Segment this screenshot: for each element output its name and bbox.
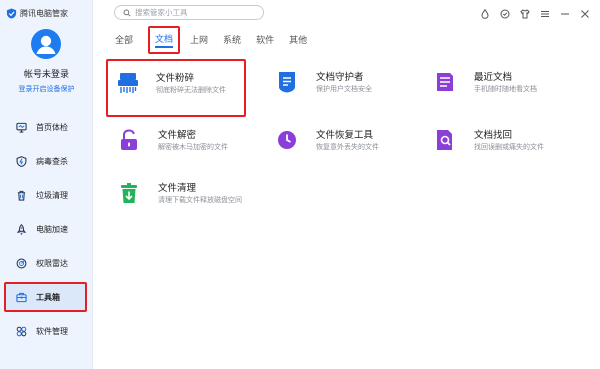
tab-label: 系统: [223, 35, 242, 46]
tab-internet[interactable]: 上网: [190, 30, 208, 48]
tool-description: 保护用户文档安全: [316, 85, 372, 93]
radar-icon: [16, 258, 27, 268]
document-search-icon: [437, 130, 452, 150]
tab-label: 上网: [190, 35, 209, 46]
tool-file-shredder[interactable]: 文件粉碎 彻底粉碎无法删除文件: [106, 59, 246, 117]
tab-system[interactable]: 系统: [223, 30, 241, 48]
tool-recent-documents[interactable]: 最近文档 手机随时随地看文档: [426, 65, 566, 109]
tool-name: 文档找回: [474, 130, 513, 141]
droplet-icon[interactable]: [480, 9, 490, 19]
tool-document-retrieval[interactable]: 文档找回 找回误删或痛失的文件: [426, 123, 566, 167]
monitor-icon: [16, 122, 27, 133]
tool-name: 文件清理: [158, 183, 197, 194]
file-recovery-icon: [278, 131, 296, 149]
sidebar-item-label: 垃圾清理: [36, 190, 68, 200]
search-input[interactable]: [135, 8, 255, 17]
badge-icon[interactable]: [500, 9, 510, 19]
tool-name: 文件恢复工具: [316, 130, 374, 141]
tab-label: 文档: [155, 32, 174, 48]
sidebar-item-pc-speedup[interactable]: 电脑加速: [4, 216, 87, 242]
tool-description: 彻底粉碎无法删除文件: [156, 86, 226, 94]
tab-other[interactable]: 其他: [289, 30, 307, 48]
document-guard-icon: [279, 72, 295, 93]
sidebar-item-label: 电脑加速: [36, 224, 68, 234]
tool-file-recovery[interactable]: 文件恢复工具 恢复意外丢失的文件: [268, 123, 408, 167]
tab-software[interactable]: 软件: [256, 30, 274, 48]
tool-name: 文件解密: [158, 130, 197, 141]
sidebar-item-label: 工具箱: [36, 292, 60, 302]
sidebar-item-software-manager[interactable]: 软件管理: [4, 318, 87, 344]
tool-description: 找回误删或痛失的文件: [474, 143, 544, 151]
skin-shirt-icon[interactable]: [520, 9, 530, 19]
avatar[interactable]: [31, 29, 61, 59]
unlock-icon: [121, 129, 137, 150]
sidebar-item-label: 首页体检: [36, 122, 68, 132]
tool-file-decrypt[interactable]: 文件解密 解密被木马加密的文件: [110, 123, 250, 167]
tab-label: 其他: [289, 35, 308, 46]
sidebar-item-label: 软件管理: [36, 326, 68, 336]
apps-icon: [16, 326, 27, 336]
tool-name: 文件粉碎: [156, 73, 195, 84]
rocket-icon: [16, 223, 27, 235]
tool-document-guardian[interactable]: 文档守护者 保护用户文档安全: [268, 65, 408, 109]
app-logo: 腾讯电脑管家: [6, 8, 68, 19]
shield-icon: [16, 155, 27, 167]
login-link[interactable]: 登录开启设备保护: [0, 84, 93, 94]
user-icon: [36, 35, 56, 54]
toolbox-icon: [16, 292, 27, 302]
tab-all[interactable]: 全部: [115, 30, 133, 48]
tool-search-box[interactable]: [114, 5, 264, 20]
tab-label: 软件: [256, 35, 275, 46]
sidebar-item-junk-cleanup[interactable]: 垃圾清理: [4, 182, 87, 208]
app-title: 腾讯电脑管家: [20, 9, 68, 18]
category-tabs: 全部 文档 上网 系统 软件 其他: [115, 26, 322, 54]
sidebar-item-label: 权限雷达: [36, 258, 68, 268]
tool-description: 恢复意外丢失的文件: [316, 143, 379, 151]
tab-documents[interactable]: 文档: [148, 26, 181, 54]
sidebar-item-label: 病毒查杀: [36, 156, 68, 166]
tool-description: 清理下载文件释放磁盘空间: [158, 196, 242, 204]
file-clean-icon: [121, 183, 137, 203]
tool-description: 解密被木马加密的文件: [158, 143, 228, 151]
menu-icon[interactable]: [540, 9, 550, 19]
sidebar-item-toolbox[interactable]: 工具箱: [4, 282, 87, 312]
sidebar-item-home-checkup[interactable]: 首页体检: [4, 114, 87, 140]
tool-description: 手机随时随地看文档: [474, 85, 537, 93]
sidebar-item-virus-scan[interactable]: 病毒查杀: [4, 148, 87, 174]
shredder-icon: [118, 73, 138, 93]
trash-icon: [17, 190, 26, 201]
window-controls: [480, 9, 590, 19]
search-icon: [123, 8, 131, 17]
recent-document-icon: [437, 73, 453, 91]
sidebar-item-permission-radar[interactable]: 权限雷达: [4, 250, 87, 276]
tool-name: 文档守护者: [316, 72, 364, 83]
sidebar: 腾讯电脑管家 帐号未登录 登录开启设备保护 首页体检 病毒查杀 垃圾清理 电脑加…: [0, 0, 93, 369]
close-icon[interactable]: [580, 9, 590, 19]
tab-label: 全部: [115, 35, 134, 46]
tencent-shield-logo-icon: [6, 8, 17, 19]
account-name: 帐号未登录: [23, 70, 69, 80]
tool-file-cleanup[interactable]: 文件清理 清理下载文件释放磁盘空间: [110, 176, 250, 220]
minimize-icon[interactable]: [560, 9, 570, 19]
tool-name: 最近文档: [474, 72, 513, 83]
